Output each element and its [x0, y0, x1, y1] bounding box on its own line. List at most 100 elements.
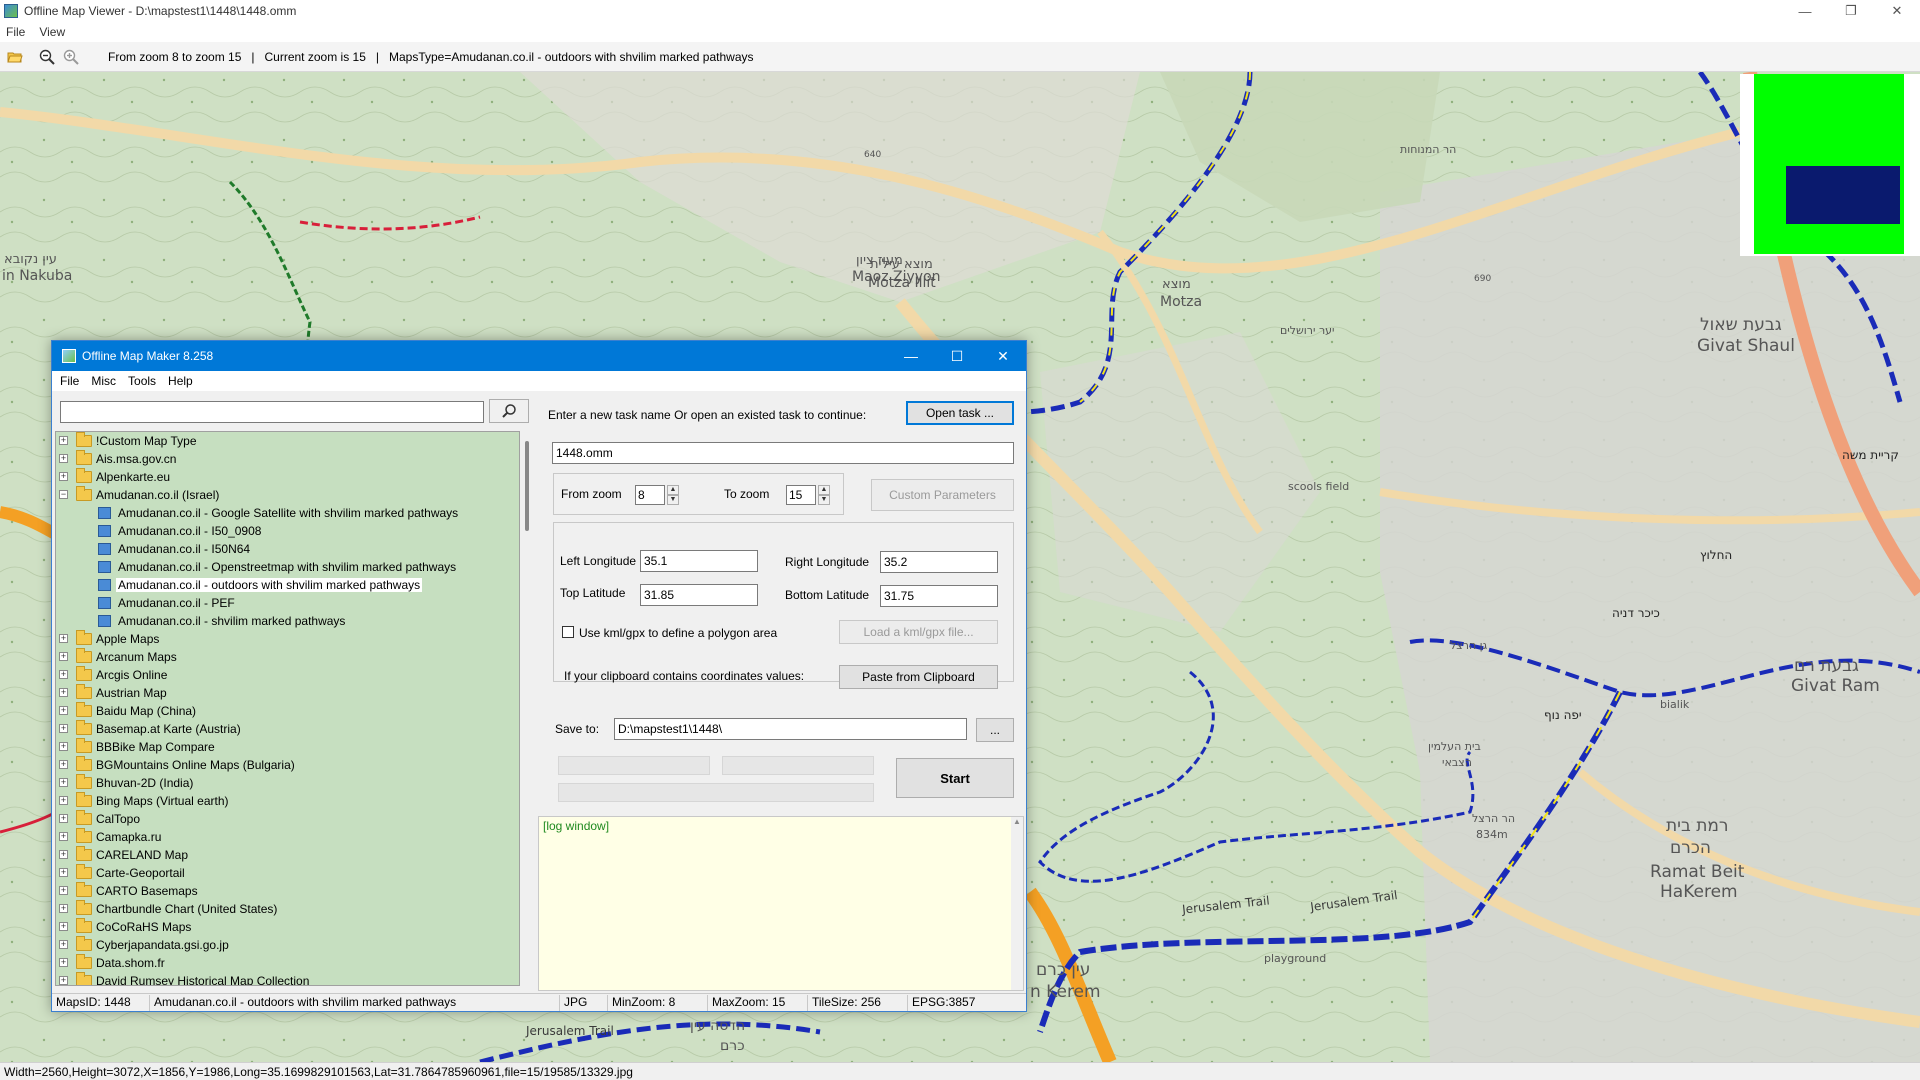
load-kml-button[interactable]: Load a kml/gpx file...	[839, 620, 998, 644]
close-button[interactable]: ✕	[1874, 0, 1920, 22]
maximize-button[interactable]: ❐	[1828, 0, 1874, 22]
expand-icon[interactable]: +	[59, 724, 68, 733]
zoom-out-icon[interactable]	[38, 48, 56, 66]
tree-child-item[interactable]: Amudanan.co.il - I50N64	[56, 540, 519, 558]
save-path-input[interactable]: D:\mapstest1\1448\	[614, 718, 967, 740]
log-scrollbar[interactable]: ▲	[1011, 817, 1023, 990]
tree-child-item[interactable]: Amudanan.co.il - PEF	[56, 594, 519, 612]
expand-icon[interactable]: +	[59, 760, 68, 769]
tree-item[interactable]: + Camapka.ru	[56, 828, 519, 846]
left-longitude-input[interactable]: 35.1	[640, 550, 758, 572]
log-window[interactable]: [log window] ▲	[538, 816, 1024, 991]
menu-view[interactable]: View	[39, 25, 65, 39]
expand-icon[interactable]: +	[59, 832, 68, 841]
from-zoom-input[interactable]: 8	[635, 485, 665, 505]
dialog-close-button[interactable]: ✕	[980, 341, 1026, 371]
expand-icon[interactable]: +	[59, 454, 68, 463]
tree-item[interactable]: + David Rumsey Historical Map Collection	[56, 972, 519, 985]
overview-minimap[interactable]	[1740, 74, 1920, 256]
top-latitude-input[interactable]: 31.85	[640, 584, 758, 606]
tree-item[interactable]: + Carte-Geoportail	[56, 864, 519, 882]
expand-icon[interactable]: +	[59, 886, 68, 895]
menu-misc[interactable]: Misc	[91, 374, 116, 388]
expand-icon[interactable]: +	[59, 706, 68, 715]
tree-item[interactable]: + !Custom Map Type	[56, 432, 519, 450]
tree-item[interactable]: + Basemap.at Karte (Austria)	[56, 720, 519, 738]
expand-icon[interactable]: +	[59, 652, 68, 661]
kml-checkbox[interactable]	[562, 626, 574, 638]
tree-child-item[interactable]: Amudanan.co.il - Openstreetmap with shvi…	[56, 558, 519, 576]
stepper-up-icon[interactable]: ▲	[818, 485, 830, 495]
tree-child-item[interactable]: Amudanan.co.il - shvilim marked pathways	[56, 612, 519, 630]
tree-item[interactable]: + Bhuvan-2D (India)	[56, 774, 519, 792]
task-name-input[interactable]: 1448.omm	[552, 442, 1014, 464]
tree-item[interactable]: + Apple Maps	[56, 630, 519, 648]
expand-icon[interactable]: +	[59, 670, 68, 679]
tree-child-item[interactable]: Amudanan.co.il - outdoors with shvilim m…	[56, 576, 519, 594]
tree-item[interactable]: + Arcanum Maps	[56, 648, 519, 666]
tree-child-item[interactable]: Amudanan.co.il - Google Satellite with s…	[56, 504, 519, 522]
tree-item[interactable]: + BBBike Map Compare	[56, 738, 519, 756]
tree-item[interactable]: + Baidu Map (China)	[56, 702, 519, 720]
expand-icon[interactable]: +	[59, 634, 68, 643]
tree-item[interactable]: + Austrian Map	[56, 684, 519, 702]
expand-icon[interactable]: +	[59, 868, 68, 877]
start-button[interactable]: Start	[896, 758, 1014, 798]
expand-icon[interactable]: +	[59, 958, 68, 967]
to-zoom-input[interactable]: 15	[786, 485, 816, 505]
menu-file[interactable]: File	[60, 374, 79, 388]
tree-item[interactable]: − Amudanan.co.il (Israel)	[56, 486, 519, 504]
tree-item[interactable]: + Cyberjapandata.gsi.go.jp	[56, 936, 519, 954]
minimize-button[interactable]: —	[1782, 0, 1828, 22]
open-task-button[interactable]: Open task ...	[906, 401, 1014, 425]
tree-item[interactable]: + BGMountains Online Maps (Bulgaria)	[56, 756, 519, 774]
dialog-minimize-button[interactable]: —	[888, 341, 934, 371]
right-longitude-input[interactable]: 35.2	[880, 551, 998, 573]
expand-icon[interactable]: +	[59, 976, 68, 985]
menu-tools[interactable]: Tools	[128, 374, 156, 388]
browse-folder-button[interactable]: ...	[976, 718, 1014, 742]
expand-icon[interactable]: +	[59, 850, 68, 859]
tree-item[interactable]: + Bing Maps (Virtual earth)	[56, 792, 519, 810]
tree-child-item[interactable]: Amudanan.co.il - I50_0908	[56, 522, 519, 540]
tree-item[interactable]: + CoCoRaHS Maps	[56, 918, 519, 936]
map-search-input[interactable]	[60, 401, 484, 423]
tree-scrollbar-thumb[interactable]	[525, 441, 529, 531]
expand-icon[interactable]: +	[59, 742, 68, 751]
tree-item[interactable]: + Alpenkarte.eu	[56, 468, 519, 486]
tree-item[interactable]: + CalTopo	[56, 810, 519, 828]
custom-parameters-button[interactable]: Custom Parameters	[871, 479, 1014, 511]
tree-item[interactable]: + Chartbundle Chart (United States)	[56, 900, 519, 918]
stepper-down-icon[interactable]: ▼	[667, 495, 679, 505]
tree-item[interactable]: + Ais.msa.gov.cn	[56, 450, 519, 468]
expand-icon[interactable]: +	[59, 796, 68, 805]
map-type-tree[interactable]: + !Custom Map Type + Ais.msa.gov.cn + Alpenka…	[55, 431, 520, 986]
menu-help[interactable]: Help	[168, 374, 193, 388]
to-zoom-stepper[interactable]: ▲ ▼	[818, 485, 830, 505]
tree-scrollbar[interactable]	[522, 431, 536, 986]
overview-viewport[interactable]	[1786, 166, 1900, 224]
expand-icon[interactable]: +	[59, 472, 68, 481]
open-folder-icon[interactable]	[6, 48, 24, 66]
expand-icon[interactable]: +	[59, 778, 68, 787]
stepper-down-icon[interactable]: ▼	[818, 495, 830, 505]
zoom-in-icon[interactable]	[62, 48, 80, 66]
search-button[interactable]	[489, 399, 529, 423]
dialog-maximize-button[interactable]: ☐	[934, 341, 980, 371]
expand-icon[interactable]: +	[59, 922, 68, 931]
expand-icon[interactable]: +	[59, 436, 68, 445]
expand-icon[interactable]: +	[59, 904, 68, 913]
paste-from-clipboard-button[interactable]: Paste from Clipboard	[839, 665, 998, 689]
stepper-up-icon[interactable]: ▲	[667, 485, 679, 495]
tree-item[interactable]: + CARELAND Map	[56, 846, 519, 864]
from-zoom-stepper[interactable]: ▲ ▼	[667, 485, 679, 505]
expand-icon[interactable]: +	[59, 940, 68, 949]
bottom-latitude-input[interactable]: 31.75	[880, 585, 998, 607]
tree-item[interactable]: + Data.shom.fr	[56, 954, 519, 972]
tree-item[interactable]: + CARTO Basemaps	[56, 882, 519, 900]
expand-icon[interactable]: +	[59, 814, 68, 823]
menu-file[interactable]: File	[6, 25, 25, 39]
expand-icon[interactable]: +	[59, 688, 68, 697]
tree-item[interactable]: + Arcgis Online	[56, 666, 519, 684]
collapse-icon[interactable]: −	[59, 490, 68, 499]
